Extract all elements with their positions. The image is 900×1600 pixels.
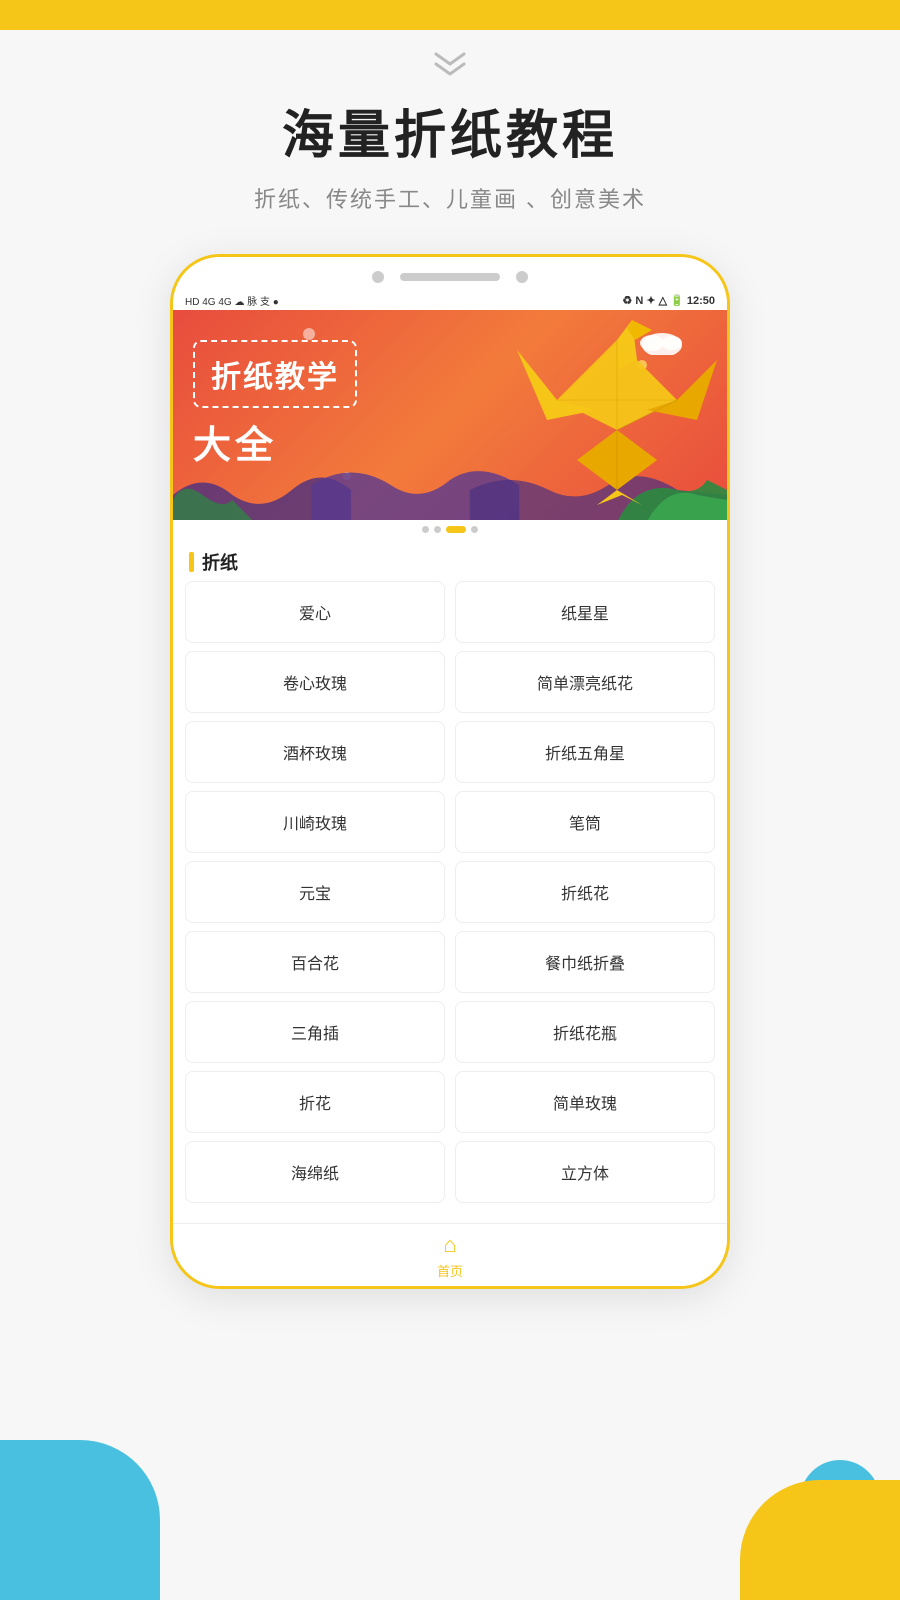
status-icons-left: HD 4G 4G ☁ 脉 支 ● (185, 293, 279, 308)
home-icon: ⌂ (443, 1232, 456, 1258)
banner-text-area: 折纸教学 大全 (193, 340, 357, 469)
chevron-icon (432, 50, 468, 83)
grid-item-7-2[interactable]: 折纸花瓶 (455, 1001, 715, 1063)
dot-4 (471, 526, 478, 533)
grid-item-2-1[interactable]: 卷心玫瑰 (185, 651, 445, 713)
grid-item-5-1[interactable]: 元宝 (185, 861, 445, 923)
grid-item-9-2[interactable]: 立方体 (455, 1141, 715, 1203)
grid-item-8-2[interactable]: 简单玫瑰 (455, 1071, 715, 1133)
dot-1 (422, 526, 429, 533)
phone-mockup: HD 4G 4G ☁ 脉 支 ● ♻ N ✦ △ 🔋 12:50 (170, 254, 730, 1289)
banner-sub-text: 大全 (193, 414, 357, 469)
grid-item-2-2[interactable]: 简单漂亮纸花 (455, 651, 715, 713)
grid-row-3: 酒杯玫瑰 折纸五角星 (185, 721, 715, 783)
section-title: 折纸 (202, 549, 238, 575)
grid-item-5-2[interactable]: 折纸花 (455, 861, 715, 923)
banner-cloud (637, 325, 687, 360)
grid-item-3-2[interactable]: 折纸五角星 (455, 721, 715, 783)
bottom-nav: ⌂ 首页 (173, 1223, 727, 1286)
grid-item-7-1[interactable]: 三角插 (185, 1001, 445, 1063)
grid-row-2: 卷心玫瑰 简单漂亮纸花 (185, 651, 715, 713)
bg-shape-blue (0, 1440, 160, 1600)
status-right: ♻ N ✦ △ 🔋 12:50 (622, 294, 715, 307)
banner-main-text: 折纸教学 (211, 352, 339, 396)
dot-3-active (446, 526, 466, 533)
nav-label-home: 首页 (437, 1261, 463, 1280)
grid-item-4-2[interactable]: 笔筒 (455, 791, 715, 853)
section-header: 折纸 (173, 539, 727, 581)
grid-item-4-1[interactable]: 川崎玫瑰 (185, 791, 445, 853)
bg-shape-yellow (740, 1480, 900, 1600)
phone-top-bar (173, 257, 727, 291)
grid-row-7: 三角插 折纸花瓶 (185, 1001, 715, 1063)
banner-dots (173, 520, 727, 539)
page-title: 海量折纸教程 (282, 93, 618, 168)
grid-item-1-2[interactable]: 纸星星 (455, 581, 715, 643)
phone-sensor-right (516, 271, 528, 283)
top-bar (0, 0, 900, 30)
grid-row-9: 海绵纸 立方体 (185, 1141, 715, 1203)
grid-row-8: 折花 简单玫瑰 (185, 1071, 715, 1133)
phone-sensor-left (372, 271, 384, 283)
grid-container: 爱心 纸星星 卷心玫瑰 简单漂亮纸花 酒杯玫瑰 折纸五角星 川崎玫瑰 笔筒 元宝… (173, 581, 727, 1223)
banner-title-box: 折纸教学 (193, 340, 357, 408)
status-icons-right: ♻ N ✦ △ 🔋 12:50 (622, 294, 715, 307)
origami-crane (517, 320, 717, 510)
main-background: 海量折纸教程 折纸、传统手工、儿童画 、创意美术 HD 4G 4G ☁ 脉 支 … (0, 30, 900, 1600)
banner[interactable]: 折纸教学 大全 (173, 310, 727, 520)
grid-row-6: 百合花 餐巾纸折叠 (185, 931, 715, 993)
grid-item-3-1[interactable]: 酒杯玫瑰 (185, 721, 445, 783)
grid-row-5: 元宝 折纸花 (185, 861, 715, 923)
grid-item-1-1[interactable]: 爱心 (185, 581, 445, 643)
banner-deco-circle1 (303, 328, 315, 340)
nav-item-home[interactable]: ⌂ 首页 (173, 1224, 727, 1286)
grid-item-9-1[interactable]: 海绵纸 (185, 1141, 445, 1203)
grid-item-8-1[interactable]: 折花 (185, 1071, 445, 1133)
grid-row-1: 爱心 纸星星 (185, 581, 715, 643)
grid-item-6-1[interactable]: 百合花 (185, 931, 445, 993)
grid-item-6-2[interactable]: 餐巾纸折叠 (455, 931, 715, 993)
grid-row-4: 川崎玫瑰 笔筒 (185, 791, 715, 853)
status-bar: HD 4G 4G ☁ 脉 支 ● ♻ N ✦ △ 🔋 12:50 (173, 291, 727, 310)
phone-speaker (400, 273, 500, 281)
section-bar-accent (189, 552, 194, 572)
dot-2 (434, 526, 441, 533)
page-subtitle: 折纸、传统手工、儿童画 、创意美术 (254, 182, 646, 214)
status-left: HD 4G 4G ☁ 脉 支 ● (185, 293, 279, 308)
